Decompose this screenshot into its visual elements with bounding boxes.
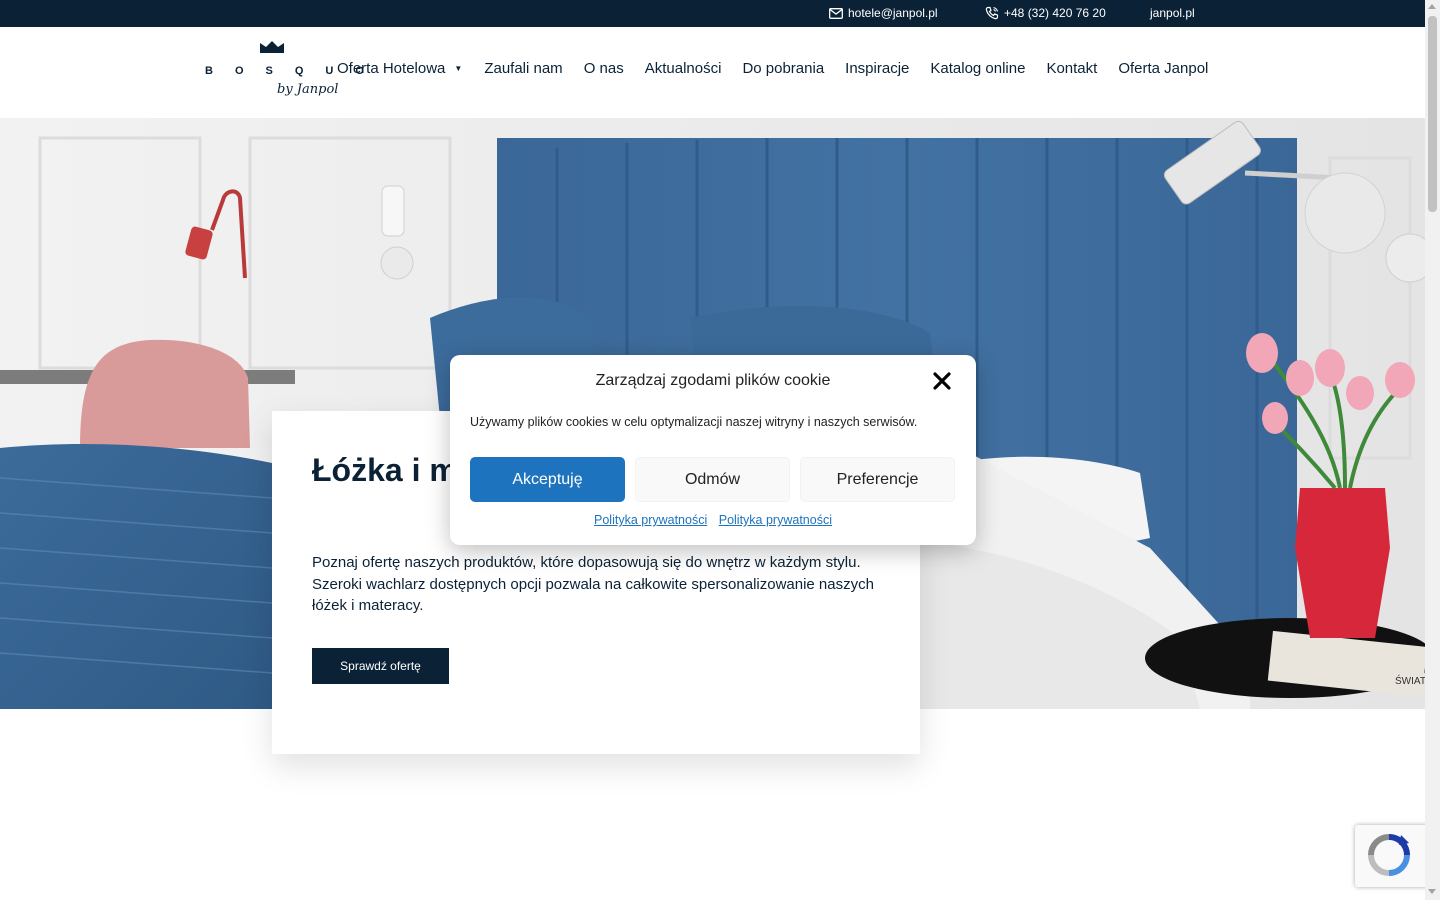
email-text: hotele@janpol.pl: [848, 6, 938, 20]
cookie-description: Używamy plików cookies w celu optymaliza…: [470, 415, 918, 429]
recaptcha-badge[interactable]: [1355, 825, 1430, 887]
nav-item-inspiracje[interactable]: Inspiracje: [845, 60, 909, 77]
nav-item-katalog-online[interactable]: Katalog online: [930, 60, 1025, 77]
site-text: janpol.pl: [1150, 6, 1195, 20]
cookie-consent-dialog: Zarządzaj zgodami plików cookie Używamy …: [450, 355, 976, 545]
cookie-links: Polityka prywatności Polityka prywatnośc…: [450, 513, 976, 527]
nav-item-o-nas[interactable]: O nas: [584, 60, 624, 77]
deny-button[interactable]: Odmów: [635, 457, 790, 502]
site-header: BOSQUO by Janpol Oferta Hotelowa ▼ Zaufa…: [0, 27, 1425, 118]
check-offer-button[interactable]: Sprawdź ofertę: [312, 648, 449, 684]
nav-item-aktualnosci[interactable]: Aktualności: [645, 60, 722, 77]
scroll-up-arrow-icon[interactable]: [1428, 4, 1436, 9]
phone-icon: [985, 6, 999, 20]
nav-item-oferta-janpol[interactable]: Oferta Janpol: [1118, 60, 1208, 77]
scrollbar-thumb[interactable]: [1428, 16, 1437, 212]
privacy-policy-link[interactable]: Polityka prywatności: [594, 513, 707, 527]
accept-button[interactable]: Akceptuję: [470, 457, 625, 502]
nav-item-oferta-hotelowa[interactable]: Oferta Hotelowa: [337, 60, 445, 77]
janpol-site-link[interactable]: janpol.pl: [1150, 6, 1195, 20]
page: hotele@janpol.pl +48 (32) 420 76 20 janp…: [0, 0, 1440, 900]
page-scrollbar[interactable]: [1425, 0, 1440, 900]
close-icon[interactable]: [932, 371, 952, 391]
recaptcha-icon: [1368, 834, 1410, 876]
bosquo-logo[interactable]: BOSQUO by Janpol: [205, 39, 364, 101]
book-cover-text: ŚWIAT OCEANÓW: [1395, 674, 1425, 687]
main-nav: Oferta Hotelowa ▼ Zaufali nam O nas Aktu…: [337, 60, 1208, 77]
nav-item-do-pobrania[interactable]: Do pobrania: [742, 60, 824, 77]
nav-item-kontakt[interactable]: Kontakt: [1046, 60, 1097, 77]
chevron-down-icon[interactable]: ▼: [454, 64, 462, 73]
top-bar: hotele@janpol.pl +48 (32) 420 76 20 janp…: [0, 0, 1425, 27]
phone-link[interactable]: +48 (32) 420 76 20: [985, 6, 1106, 20]
email-link[interactable]: hotele@janpol.pl: [829, 6, 938, 20]
scroll-down-arrow-icon[interactable]: [1428, 889, 1436, 894]
crown-icon: [260, 41, 284, 53]
cookie-title: Zarządzaj zgodami plików cookie: [595, 372, 831, 389]
mail-icon: [829, 7, 843, 19]
hero-text: Poznaj ofertę naszych produktów, które d…: [312, 554, 874, 614]
preferences-button[interactable]: Preferencje: [800, 457, 955, 502]
phone-text: +48 (32) 420 76 20: [1004, 6, 1106, 20]
privacy-policy-link-2[interactable]: Polityka prywatności: [719, 513, 832, 527]
nav-item-zaufali-nam[interactable]: Zaufali nam: [484, 60, 562, 77]
logo-tagline: by Janpol: [277, 82, 339, 97]
